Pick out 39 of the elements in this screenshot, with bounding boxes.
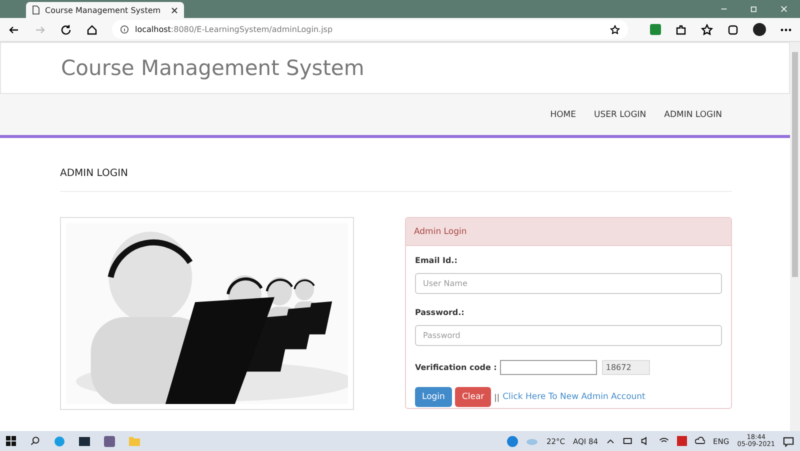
nav-link[interactable]: HOME — [550, 110, 576, 120]
separator: || — [494, 392, 500, 402]
field-label: Password.: — [415, 308, 466, 317]
favorites-icon[interactable] — [701, 24, 713, 36]
field-label: Verification code : — [415, 363, 497, 372]
panel-title: Admin Login — [406, 218, 731, 246]
favorite-icon[interactable] — [610, 24, 620, 34]
url-host: localhost — [135, 25, 171, 34]
app-icon[interactable] — [104, 436, 115, 446]
restore-icon[interactable] — [750, 5, 758, 13]
nav-link[interactable]: ADMIN LOGIN — [664, 110, 722, 120]
new-account-link[interactable]: Click Here To New Admin Account — [502, 392, 646, 402]
search-icon[interactable] — [30, 436, 40, 446]
site-title: Course Management System — [61, 56, 364, 80]
clear-button[interactable]: Clear — [454, 387, 492, 407]
input-field[interactable]: Password — [415, 325, 722, 346]
back-icon[interactable] — [8, 24, 20, 36]
terminal-icon[interactable] — [79, 436, 90, 446]
windows-icon[interactable] — [6, 436, 16, 446]
url-path: :8080/E-LearningSystem/adminLogin.jsp — [170, 25, 333, 34]
input-field[interactable] — [500, 360, 597, 375]
info-icon — [120, 25, 129, 34]
input-field[interactable]: User Name — [415, 273, 722, 294]
nav-link[interactable]: USER LOGIN — [594, 110, 646, 120]
browser-tab[interactable]: Course Management System — [26, 2, 184, 18]
verification-code: 18672 — [602, 360, 650, 375]
login-button[interactable]: Login — [415, 387, 452, 407]
scrollbar-thumb[interactable] — [792, 52, 798, 277]
field-label: Email Id.: — [415, 256, 458, 265]
refresh-icon[interactable] — [60, 24, 72, 36]
chevron-icon[interactable] — [606, 436, 616, 446]
home-icon[interactable] — [86, 24, 98, 36]
battery-icon[interactable] — [623, 436, 634, 446]
notifications-icon[interactable] — [783, 436, 794, 446]
avatar-icon[interactable] — [753, 23, 766, 36]
close-icon[interactable] — [171, 6, 178, 14]
page-heading: ADMIN LOGIN — [60, 138, 732, 192]
page-icon — [32, 5, 40, 15]
address-bar[interactable]: localhost:8080/E-LearningSystem/adminLogin.jsp — [112, 20, 628, 39]
